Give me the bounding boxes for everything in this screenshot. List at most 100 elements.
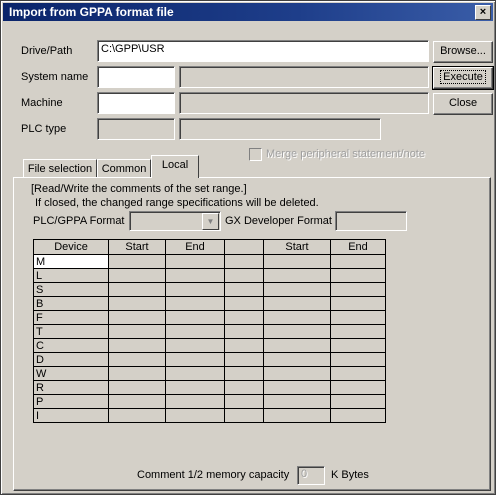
blank-cell[interactable] bbox=[224, 352, 264, 367]
blank-cell[interactable] bbox=[224, 394, 264, 409]
gx-end-cell[interactable] bbox=[330, 268, 386, 283]
table-row: D bbox=[33, 352, 386, 367]
blank-cell[interactable] bbox=[224, 296, 264, 311]
end-cell[interactable] bbox=[165, 254, 225, 269]
column-header-start: Start bbox=[108, 239, 166, 255]
gx-start-cell[interactable] bbox=[263, 310, 331, 325]
start-cell[interactable] bbox=[108, 338, 166, 353]
import-dialog: Import from GPPA format file × Drive/Pat… bbox=[0, 0, 496, 495]
gx-end-cell[interactable] bbox=[330, 366, 386, 381]
gx-start-cell[interactable] bbox=[263, 394, 331, 409]
gx-start-cell[interactable] bbox=[263, 338, 331, 353]
end-cell[interactable] bbox=[165, 366, 225, 381]
system-name-comment-field bbox=[179, 66, 429, 88]
gx-end-cell[interactable] bbox=[330, 324, 386, 339]
gx-end-cell[interactable] bbox=[330, 310, 386, 325]
machine-input[interactable] bbox=[97, 92, 175, 114]
device-cell: M bbox=[33, 254, 109, 269]
start-cell[interactable] bbox=[108, 268, 166, 283]
tab-file-selection[interactable]: File selection bbox=[23, 159, 97, 178]
blank-cell[interactable] bbox=[224, 254, 264, 269]
drive-path-input[interactable]: C:\GPP\USR bbox=[97, 40, 429, 62]
table-row: F bbox=[33, 310, 386, 325]
tab-local[interactable]: Local bbox=[151, 155, 199, 178]
plc-type-comment-field bbox=[179, 118, 381, 140]
drive-path-value: C:\GPP\USR bbox=[101, 43, 165, 55]
gx-end-cell[interactable] bbox=[330, 254, 386, 269]
blank-cell[interactable] bbox=[224, 380, 264, 395]
gx-start-cell[interactable] bbox=[263, 324, 331, 339]
gx-developer-format-label: GX Developer Format bbox=[225, 215, 332, 227]
gx-end-cell[interactable] bbox=[330, 394, 386, 409]
browse-button[interactable]: Browse... bbox=[433, 41, 493, 63]
end-cell[interactable] bbox=[165, 408, 225, 423]
info-line-2: If closed, the changed range specificati… bbox=[35, 197, 319, 209]
blank-cell[interactable] bbox=[224, 366, 264, 381]
start-cell[interactable] bbox=[108, 408, 166, 423]
memory-capacity-unit: K Bytes bbox=[331, 469, 369, 481]
system-name-input[interactable] bbox=[97, 66, 175, 88]
chevron-down-icon[interactable]: ▼ bbox=[202, 213, 219, 230]
start-cell[interactable] bbox=[108, 254, 166, 269]
start-cell[interactable] bbox=[108, 310, 166, 325]
gx-end-cell[interactable] bbox=[330, 282, 386, 297]
gx-start-cell[interactable] bbox=[263, 268, 331, 283]
gx-start-cell[interactable] bbox=[263, 380, 331, 395]
info-line-1: [Read/Write the comments of the set rang… bbox=[31, 183, 247, 195]
table-row: T bbox=[33, 324, 386, 339]
end-cell[interactable] bbox=[165, 296, 225, 311]
blank-cell[interactable] bbox=[224, 324, 264, 339]
blank-cell[interactable] bbox=[224, 408, 264, 423]
table-row: R bbox=[33, 380, 386, 395]
tab-common[interactable]: Common bbox=[97, 159, 151, 178]
execute-button[interactable]: Execute bbox=[432, 66, 494, 90]
merge-checkbox-label: Merge peripheral statement/note bbox=[266, 148, 425, 160]
end-cell[interactable] bbox=[165, 352, 225, 367]
blank-cell[interactable] bbox=[224, 338, 264, 353]
end-cell[interactable] bbox=[165, 310, 225, 325]
execute-button-label: Execute bbox=[440, 70, 486, 84]
gx-end-cell[interactable] bbox=[330, 380, 386, 395]
device-cell: P bbox=[33, 394, 109, 409]
table-row: S bbox=[33, 282, 386, 297]
memory-capacity-value: 0 bbox=[301, 468, 308, 480]
blank-cell[interactable] bbox=[224, 268, 264, 283]
start-cell[interactable] bbox=[108, 282, 166, 297]
start-cell[interactable] bbox=[108, 394, 166, 409]
close-button[interactable]: Close bbox=[433, 93, 493, 115]
start-cell[interactable] bbox=[108, 324, 166, 339]
start-cell[interactable] bbox=[108, 352, 166, 367]
start-cell[interactable] bbox=[108, 296, 166, 311]
gx-start-cell[interactable] bbox=[263, 352, 331, 367]
column-header-start-gx: Start bbox=[263, 239, 331, 255]
gx-start-cell[interactable] bbox=[263, 296, 331, 311]
plc-gppa-format-select[interactable]: ▼ bbox=[129, 211, 221, 231]
end-cell[interactable] bbox=[165, 324, 225, 339]
gx-end-cell[interactable] bbox=[330, 338, 386, 353]
table-header-row: Device Start End Start End bbox=[33, 239, 386, 255]
close-icon[interactable]: × bbox=[475, 5, 491, 20]
start-cell[interactable] bbox=[108, 366, 166, 381]
gx-end-cell[interactable] bbox=[330, 352, 386, 367]
end-cell[interactable] bbox=[165, 380, 225, 395]
device-cell: B bbox=[33, 296, 109, 311]
column-header-blank bbox=[224, 239, 264, 255]
gx-start-cell[interactable] bbox=[263, 282, 331, 297]
end-cell[interactable] bbox=[165, 338, 225, 353]
gx-start-cell[interactable] bbox=[263, 366, 331, 381]
gx-end-cell[interactable] bbox=[330, 408, 386, 423]
merge-checkbox[interactable] bbox=[249, 148, 262, 161]
gx-end-cell[interactable] bbox=[330, 296, 386, 311]
plc-type-field bbox=[97, 118, 175, 140]
gx-start-cell[interactable] bbox=[263, 254, 331, 269]
machine-label: Machine bbox=[21, 97, 63, 109]
end-cell[interactable] bbox=[165, 394, 225, 409]
start-cell[interactable] bbox=[108, 380, 166, 395]
blank-cell[interactable] bbox=[224, 282, 264, 297]
plc-gppa-format-label: PLC/GPPA Format bbox=[33, 215, 125, 227]
column-header-device: Device bbox=[33, 239, 109, 255]
blank-cell[interactable] bbox=[224, 310, 264, 325]
end-cell[interactable] bbox=[165, 268, 225, 283]
gx-start-cell[interactable] bbox=[263, 408, 331, 423]
end-cell[interactable] bbox=[165, 282, 225, 297]
